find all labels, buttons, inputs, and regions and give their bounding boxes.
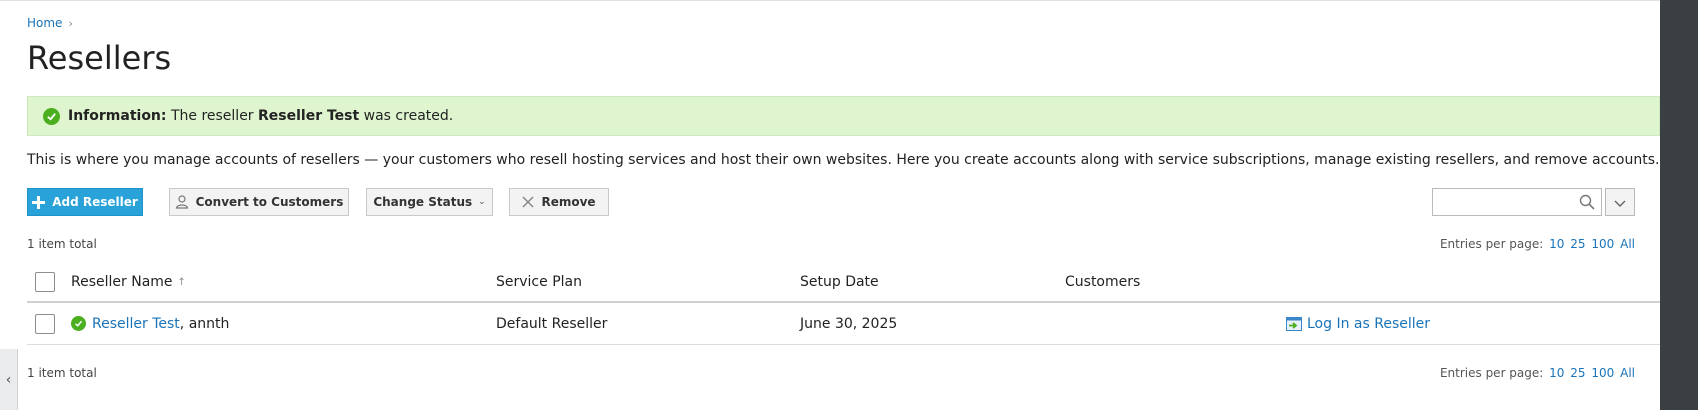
per-page-25[interactable]: 25 [1570, 237, 1585, 251]
search-options-button[interactable] [1605, 188, 1635, 216]
message-text-after: was created. [363, 108, 454, 124]
change-status-button[interactable]: Change Status ⌄ [366, 188, 493, 216]
reseller-name-link[interactable]: Reseller Test [92, 316, 180, 332]
column-service-plan[interactable]: Service Plan [496, 263, 582, 301]
breadcrumb-home[interactable]: Home [27, 16, 62, 30]
search-box [1432, 188, 1602, 216]
column-reseller-name[interactable]: Reseller Name ↑ [71, 263, 186, 301]
x-icon [522, 196, 534, 208]
select-all-checkbox[interactable] [35, 272, 55, 292]
page: Home › Resellers Information: The reselle… [0, 0, 1660, 410]
message-label: Information: [68, 108, 167, 124]
add-reseller-label: Add Reseller [52, 195, 138, 209]
page-description: This is where you manage accounts of res… [27, 152, 1660, 168]
reseller-login: , annth [179, 315, 230, 332]
remove-button[interactable]: Remove [509, 188, 609, 216]
breadcrumb-separator: › [68, 17, 73, 30]
user-icon [175, 195, 189, 209]
per-page-all[interactable]: All [1620, 366, 1635, 380]
service-plan-cell: Default Reseller [496, 315, 608, 332]
login-as-reseller-link[interactable]: Log In as Reseller [1307, 316, 1430, 332]
plus-icon [32, 195, 46, 209]
items-total-bottom: 1 item total [27, 366, 97, 380]
per-page-25[interactable]: 25 [1570, 366, 1585, 380]
row-select-cell [35, 303, 55, 344]
chevron-down-icon: ⌄ [478, 197, 486, 207]
per-page-10[interactable]: 10 [1549, 366, 1564, 380]
login-as-icon [1286, 316, 1302, 331]
column-reseller-name-label: Reseller Name [71, 274, 173, 290]
sidebar-collapse-handle[interactable]: ‹ [0, 349, 18, 410]
convert-to-customers-button[interactable]: Convert to Customers [169, 188, 349, 216]
row-checkbox[interactable] [35, 313, 55, 334]
chevron-down-icon [1614, 193, 1626, 212]
per-page-10[interactable]: 10 [1549, 237, 1564, 251]
check-circle-icon [71, 316, 86, 331]
items-total-top: 1 item total [27, 237, 97, 251]
per-page-100[interactable]: 100 [1591, 366, 1614, 380]
table-header: Reseller Name ↑ Service Plan Setup Date … [27, 263, 1660, 303]
chevron-left-icon: ‹ [5, 372, 12, 388]
message-text-before: The reseller [170, 108, 254, 124]
sort-asc-icon: ↑ [177, 276, 186, 288]
check-circle-icon [43, 107, 60, 125]
breadcrumb: Home › [27, 16, 73, 30]
entries-per-page-label: Entries per page: [1439, 237, 1544, 251]
login-as-reseller-cell: Log In as Reseller [1286, 303, 1430, 344]
select-all-cell [35, 263, 55, 301]
table-row: Reseller Test, annth Default Reseller Ju… [27, 303, 1660, 345]
change-status-label: Change Status [373, 195, 473, 209]
message-reseller-name: Reseller Test [258, 108, 360, 124]
per-page-all[interactable]: All [1620, 237, 1635, 251]
reseller-name-cell: Reseller Test, annth [71, 303, 229, 344]
add-reseller-button[interactable]: Add Reseller [27, 188, 143, 216]
search-input[interactable] [1433, 189, 1573, 215]
per-page-100[interactable]: 100 [1591, 237, 1614, 251]
entries-per-page-top: Entries per page: 10 25 100 All [1440, 237, 1635, 251]
toolbar: Add Reseller Convert to Customers Change… [27, 188, 1660, 216]
column-setup-date[interactable]: Setup Date [800, 263, 879, 301]
convert-to-customers-label: Convert to Customers [195, 195, 344, 209]
entries-per-page-bottom: Entries per page: 10 25 100 All [1440, 366, 1635, 380]
info-message: Information: The reseller Reseller Test … [27, 96, 1660, 136]
entries-per-page-label: Entries per page: [1439, 366, 1544, 380]
remove-label: Remove [541, 195, 596, 209]
search-icon[interactable] [1579, 194, 1595, 214]
resellers-table: Reseller Name ↑ Service Plan Setup Date … [27, 263, 1660, 345]
setup-date-cell: June 30, 2025 [800, 315, 898, 332]
page-title: Resellers [27, 39, 172, 77]
column-customers[interactable]: Customers [1065, 263, 1140, 301]
